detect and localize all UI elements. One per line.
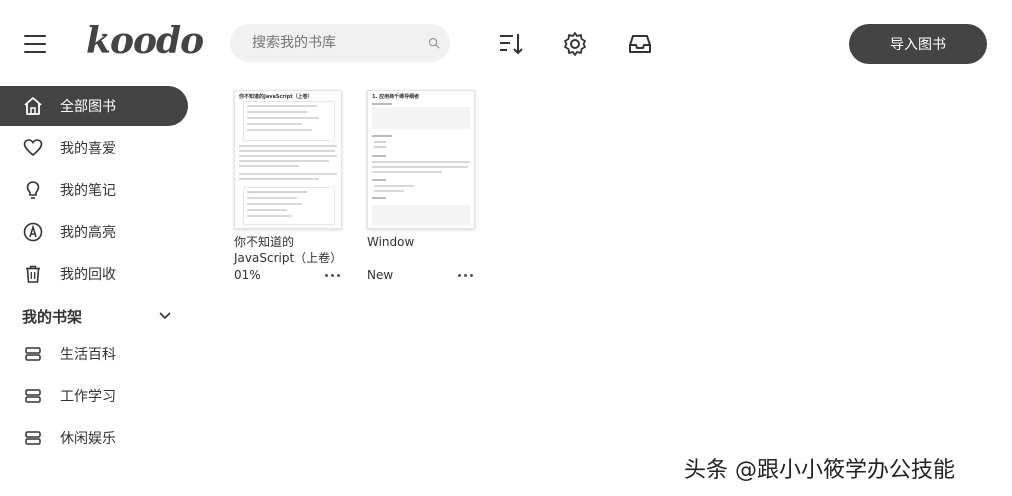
book-title: 你不知道的JavaScript（上卷） [234, 235, 343, 265]
book-cover[interactable]: 1. 应用商千维导细者 [367, 90, 475, 229]
search-icon[interactable] [428, 33, 440, 53]
app-logo: koodo [86, 20, 204, 62]
more-options-icon[interactable] [456, 270, 475, 281]
shelf-item-life[interactable]: 生活百科 [0, 334, 188, 374]
menu-icon [24, 35, 46, 37]
book-title: Window [367, 235, 415, 249]
sidebar-item-label: 全部图书 [60, 99, 116, 115]
shelf-item-leisure[interactable]: 休闲娱乐 [0, 418, 188, 458]
sidebar-item-highlights[interactable]: 我的高亮 [0, 212, 188, 252]
sidebar-item-label: 我的喜爱 [60, 141, 116, 157]
shelf-item-label: 休闲娱乐 [60, 431, 116, 447]
settings-icon[interactable] [562, 31, 588, 57]
shelf-item-label: 工作学习 [60, 389, 116, 405]
shelf-item-label: 生活百科 [60, 347, 116, 363]
heart-icon [22, 137, 44, 159]
lightbulb-icon [22, 179, 44, 201]
menu-button[interactable] [24, 35, 46, 53]
search-input[interactable] [250, 34, 428, 52]
import-books-button[interactable]: 导入图书 [849, 24, 987, 64]
sidebar-item-label: 我的笔记 [60, 183, 116, 199]
chevron-down-icon [159, 312, 171, 320]
search-box[interactable] [230, 24, 450, 62]
shelf-section-toggle[interactable]: 我的书架 [22, 304, 172, 328]
book-card[interactable]: 1. 应用商千维导细者 Window New [367, 90, 475, 282]
sidebar-item-all-books[interactable]: 全部图书 [0, 86, 188, 126]
sort-icon[interactable] [498, 31, 524, 57]
home-icon [22, 95, 44, 117]
book-card[interactable]: 你不知道的JavaScript（上卷） 你不知道的JavaScript（上卷） … [234, 90, 342, 282]
shelf-icon [22, 427, 44, 449]
sidebar-item-label: 我的回收 [60, 267, 116, 283]
book-cover[interactable]: 你不知道的JavaScript（上卷） [234, 90, 342, 229]
sidebar-item-notes[interactable]: 我的笔记 [0, 170, 188, 210]
shelf-icon [22, 385, 44, 407]
sidebar-item-trash[interactable]: 我的回收 [0, 254, 188, 294]
trash-icon [22, 263, 44, 285]
sidebar-item-label: 我的高亮 [60, 225, 116, 241]
sidebar-item-favorites[interactable]: 我的喜爱 [0, 128, 188, 168]
book-progress: 01% [234, 268, 261, 282]
inbox-icon[interactable] [627, 31, 653, 57]
highlight-icon [22, 221, 44, 243]
shelf-icon [22, 343, 44, 365]
shelf-section-title: 我的书架 [22, 307, 83, 326]
more-options-icon[interactable] [323, 270, 342, 281]
shelf-item-work[interactable]: 工作学习 [0, 376, 188, 416]
cover-heading: 1. 应用商千维导细者 [372, 94, 420, 100]
cover-heading: 你不知道的JavaScript（上卷） [239, 94, 313, 100]
watermark-text: 头条 @跟小小筱学办公技能 [684, 458, 955, 483]
book-progress: New [367, 268, 394, 282]
